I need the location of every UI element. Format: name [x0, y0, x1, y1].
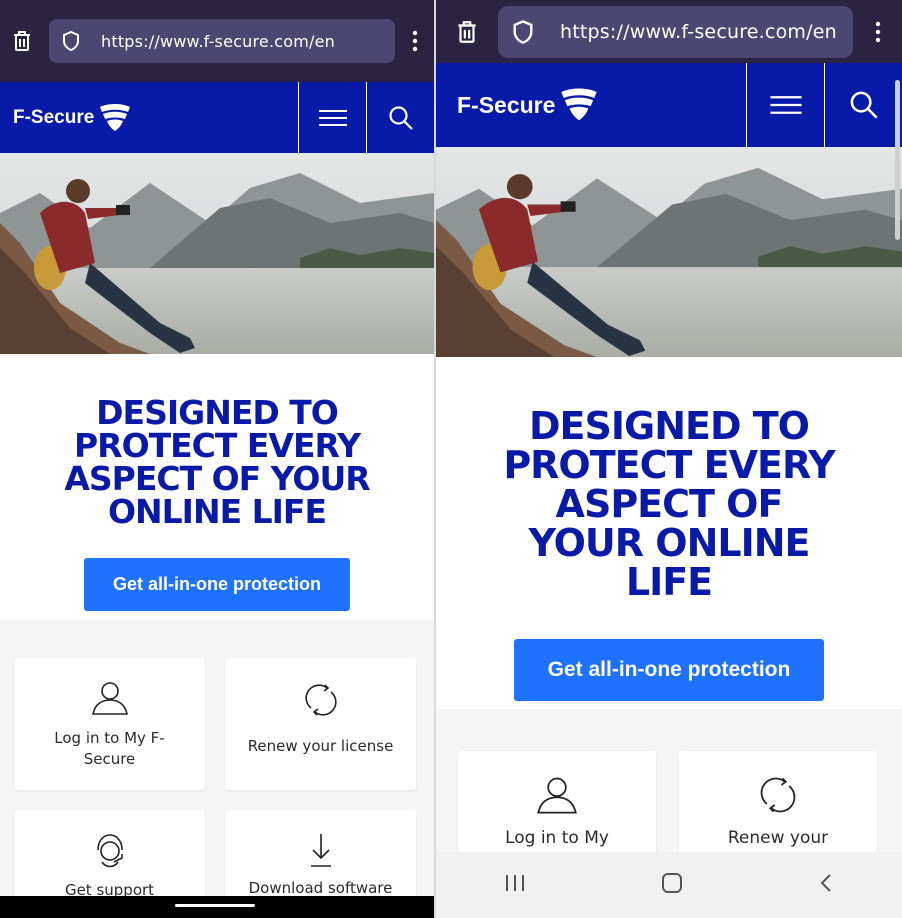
browser-toolbar: https://www.f-secure.com/en — [436, 0, 902, 63]
hamburger-menu-button[interactable] — [746, 63, 824, 147]
renew-label: Renew your license — [247, 737, 394, 755]
url-bar[interactable]: https://www.f-secure.com/en — [498, 5, 853, 58]
menu-kebab-icon[interactable] — [853, 19, 902, 45]
search-button[interactable] — [824, 63, 902, 147]
trash-icon[interactable] — [436, 19, 498, 45]
hero-image — [0, 153, 434, 354]
home-icon[interactable] — [661, 872, 683, 899]
refresh-icon — [679, 751, 877, 815]
hamburger-icon — [318, 109, 347, 126]
search-icon — [388, 105, 413, 130]
cta-button[interactable]: Get all-in-one protection — [84, 558, 350, 611]
brand-name: F-Secure — [13, 106, 95, 128]
url-text: https://www.f-secure.com/en — [101, 31, 335, 51]
right-screen: https://www.f-secure.com/en F-Secure DES… — [436, 0, 902, 918]
brand-logo[interactable]: F-Secure — [0, 82, 298, 153]
home-indicator[interactable] — [175, 904, 255, 907]
page-headline: DESIGNED TO PROTECT EVERY ASPECT OF YOUR… — [503, 404, 835, 604]
hero-content: DESIGNED TO PROTECT EVERY ASPECT OF YOUR… — [0, 354, 434, 620]
login-label: Log in to My — [505, 828, 609, 848]
hero-image — [436, 147, 902, 357]
gesture-bar — [0, 896, 434, 918]
login-label: Log in to My F-Secure — [54, 729, 165, 768]
hamburger-menu-button[interactable] — [298, 82, 366, 153]
left-screen: https://www.f-secure.com/en F-Secure DES… — [0, 0, 434, 918]
browser-toolbar: https://www.f-secure.com/en — [0, 0, 434, 82]
cta-button[interactable]: Get all-in-one protection — [514, 639, 824, 701]
brand-shield-icon — [561, 88, 598, 121]
trash-icon[interactable] — [0, 29, 44, 53]
download-icon — [225, 810, 416, 868]
download-label: Download software — [248, 879, 393, 897]
renew-label: Renew your — [727, 828, 829, 848]
hamburger-icon — [769, 96, 802, 114]
hero-content: DESIGNED TO PROTECT EVERY ASPECT OF YOUR… — [436, 357, 902, 709]
recent-apps-icon[interactable] — [504, 873, 526, 898]
page-scrollbar[interactable] — [895, 80, 900, 240]
brand-logo[interactable]: F-Secure — [436, 63, 746, 147]
shield-icon[interactable] — [498, 19, 548, 45]
shield-icon[interactable] — [49, 30, 93, 52]
login-card[interactable]: Log in to My F-Secure — [14, 658, 205, 790]
user-icon — [458, 751, 656, 815]
site-header: F-Secure — [0, 82, 434, 153]
android-nav-bar — [436, 852, 902, 918]
screenshot-root: https://www.f-secure.com/en F-Secure DES… — [0, 0, 902, 918]
search-button[interactable] — [366, 82, 434, 153]
support-agent-icon — [14, 810, 205, 870]
site-header: F-Secure — [436, 63, 902, 147]
renew-card[interactable]: Renew your license — [225, 658, 416, 790]
quick-links: Log in to My F-Secure Renew your license… — [0, 620, 434, 918]
brand-name: F-Secure — [457, 91, 556, 118]
refresh-icon — [225, 658, 416, 718]
brand-shield-icon — [100, 103, 131, 131]
url-text: https://www.f-secure.com/en — [560, 20, 837, 43]
back-icon[interactable] — [818, 872, 834, 899]
quick-links: Log in to My Renew your — [436, 709, 902, 881]
search-icon — [850, 91, 878, 119]
url-bar[interactable]: https://www.f-secure.com/en — [49, 19, 395, 63]
user-icon — [14, 658, 205, 716]
menu-kebab-icon[interactable] — [395, 29, 434, 53]
page-headline: DESIGNED TO PROTECT EVERY ASPECT OF YOUR… — [64, 393, 370, 531]
